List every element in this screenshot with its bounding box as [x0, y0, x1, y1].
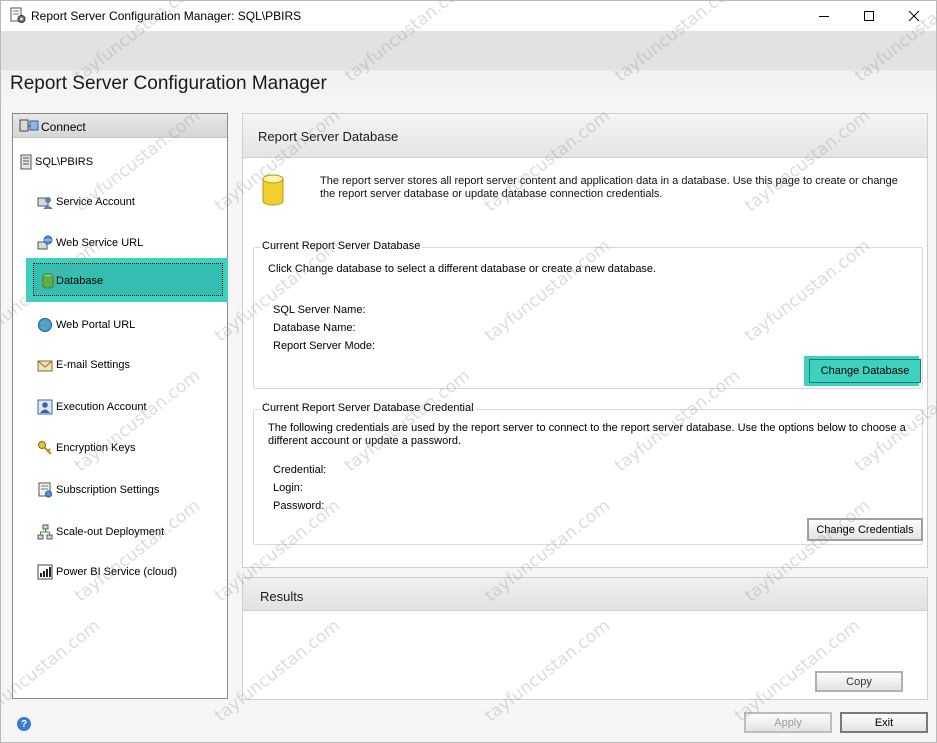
nav-item-email-settings[interactable]: E-mail Settings	[35, 355, 223, 375]
results-header: Results	[243, 578, 927, 611]
nav-label: Service Account	[56, 196, 135, 208]
credential-description: The following credentials are used by th…	[268, 422, 906, 447]
credential-group: Current Report Server Database Credentia…	[253, 402, 923, 545]
nav-label: Execution Account	[56, 401, 147, 413]
app-header: Report Server Configuration Manager	[1, 31, 936, 106]
title-bar: Report Server Configuration Manager: SQL…	[1, 1, 936, 31]
database-large-icon	[262, 174, 284, 206]
config-manager-window: Report Server Configuration Manager: SQL…	[0, 0, 937, 743]
nav-label: Scale-out Deployment	[56, 526, 165, 538]
nav-item-encryption-keys[interactable]: Encryption Keys	[35, 438, 223, 458]
nav-item-service-account[interactable]: Service Account	[35, 192, 223, 212]
maximize-icon	[864, 11, 874, 21]
nav-item-web-portal-url[interactable]: Web Portal URL	[35, 315, 223, 335]
nav-item-web-service-url[interactable]: Web Service URL	[35, 233, 223, 253]
nav-item-power-bi-service[interactable]: Power BI Service (cloud)	[35, 562, 223, 582]
navigation-pane: Connect SQL\PBIRS Service Account Web Se…	[12, 113, 228, 699]
exit-button[interactable]: Exit	[840, 712, 928, 733]
help-icon[interactable]: ?	[17, 717, 31, 731]
web-service-icon	[37, 235, 53, 250]
nav-label: Web Portal URL	[56, 319, 136, 331]
server-name: SQL\PBIRS	[35, 156, 94, 168]
nav-item-database[interactable]: Database	[26, 258, 228, 302]
nav-label: Subscription Settings	[56, 484, 160, 496]
subscription-icon	[38, 482, 52, 498]
window-title: Report Server Configuration Manager: SQL…	[31, 9, 302, 23]
execution-account-icon	[37, 399, 53, 415]
change-database-highlight: Change Database	[804, 356, 921, 386]
minimize-icon	[819, 16, 829, 17]
maximize-button[interactable]	[846, 1, 892, 31]
current-database-group: Current Report Server Database Click Cha…	[253, 240, 923, 389]
nav-label: E-mail Settings	[56, 359, 130, 371]
nav-label: Encryption Keys	[56, 442, 136, 454]
nav-item-database-selected: Database	[33, 263, 223, 296]
current-database-description: Click Change database to select a differ…	[268, 263, 657, 275]
service-account-icon	[37, 197, 53, 209]
email-icon	[37, 360, 53, 372]
report-server-app-icon	[10, 7, 26, 23]
panel-intro-text: The report server stores all report serv…	[320, 175, 898, 200]
nav-label: Web Service URL	[56, 237, 144, 249]
nav-item-execution-account[interactable]: Execution Account	[35, 397, 223, 417]
report-server-database-panel: Report Server Database The report server…	[242, 113, 928, 568]
current-database-legend: Current Report Server Database	[260, 240, 423, 252]
nav-label: Database	[56, 275, 104, 287]
change-database-button[interactable]: Change Database	[809, 359, 921, 383]
connect-label: Connect	[41, 120, 86, 134]
minimize-button[interactable]	[801, 1, 847, 31]
nav-label: Power BI Service (cloud)	[56, 566, 178, 578]
copy-button[interactable]: Copy	[815, 671, 903, 692]
panel-title: Report Server Database	[258, 129, 399, 144]
close-icon	[908, 10, 920, 22]
panel-header: Report Server Database	[243, 114, 927, 158]
sql-server-name-label: SQL Server Name:	[273, 304, 366, 316]
nav-item-subscription-settings[interactable]: Subscription Settings	[35, 480, 223, 500]
connect-button[interactable]: Connect	[13, 114, 227, 138]
database-icon	[42, 273, 54, 289]
database-name-label: Database Name:	[273, 322, 356, 334]
apply-button[interactable]: Apply	[744, 712, 832, 733]
globe-icon	[38, 318, 52, 332]
credential-legend: Current Report Server Database Credentia…	[260, 402, 476, 414]
nav-item-scale-out-deployment[interactable]: Scale-out Deployment	[35, 522, 223, 542]
results-panel: Results Copy	[242, 577, 928, 700]
results-title: Results	[260, 589, 304, 604]
credential-label: Credential:	[273, 464, 327, 476]
scale-out-icon	[37, 524, 53, 540]
report-server-mode-label: Report Server Mode:	[273, 340, 376, 352]
change-credentials-button[interactable]: Change Credentials	[807, 518, 923, 541]
password-label: Password:	[273, 500, 325, 512]
key-icon	[38, 441, 52, 455]
close-button[interactable]	[891, 1, 937, 31]
server-icon	[20, 154, 32, 170]
power-bi-icon	[37, 564, 53, 580]
connect-icon	[19, 119, 39, 132]
header-title: Report Server Configuration Manager	[10, 73, 327, 94]
login-label: Login:	[273, 482, 303, 494]
